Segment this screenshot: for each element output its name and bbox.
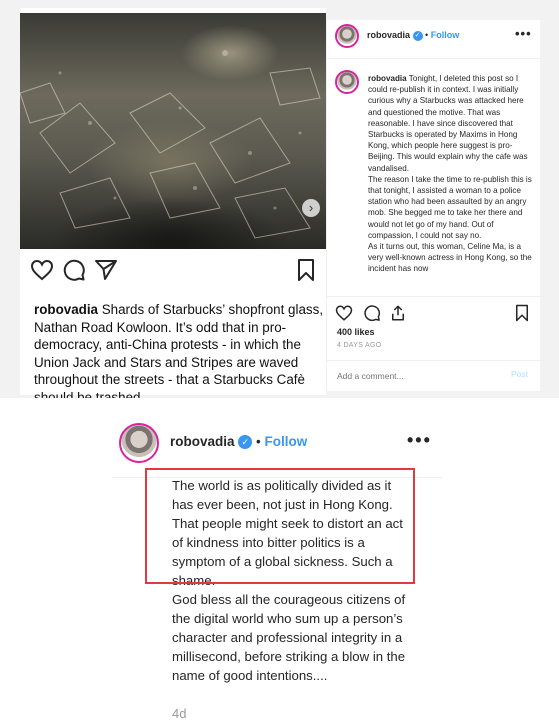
divider (327, 360, 541, 361)
share-upload-icon[interactable] (389, 304, 407, 322)
caption-username[interactable]: robovadia (34, 302, 98, 317)
post-comment-button[interactable]: Post (511, 369, 528, 379)
comment-timestamp: 4d (172, 706, 187, 721)
comment-body: robovadia Tonight, I deleted this post s… (368, 73, 534, 275)
follow-button[interactable]: Follow (431, 30, 460, 40)
likes-count[interactable]: 400 likes (337, 327, 375, 337)
highlight-box (145, 468, 415, 584)
caption-text: Shards of Starbucks’ shopfront glass, Na… (34, 302, 324, 405)
divider (327, 296, 541, 297)
avatar[interactable] (119, 423, 159, 463)
comment-icon[interactable] (62, 258, 86, 282)
comment-username[interactable]: robovadia (368, 74, 407, 83)
comment-avatar[interactable] (335, 70, 359, 94)
paper-plane-icon[interactable] (94, 258, 118, 282)
comments-scroll-area[interactable]: robovadia Tonight, I deleted this post s… (335, 70, 535, 296)
comment-text: Tonight, I deleted this post so I could … (368, 74, 532, 274)
post-photo: › (20, 13, 326, 249)
carousel-next-button[interactable]: › (302, 199, 320, 217)
heart-icon[interactable] (335, 304, 353, 322)
avatar[interactable] (335, 24, 359, 48)
left-post-card: › robovadia Shards of Starbucks’ shopfro… (20, 8, 326, 405)
right-post-panel: robovadia ✓ • Follow ••• robovadia Tonig… (326, 20, 541, 391)
zoomed-comment-section: robovadia ✓ • Follow ••• The world is as… (0, 398, 559, 726)
comment-continuation-text: God bless all the courageous citizens of… (172, 592, 406, 683)
separator-dot: • (425, 30, 429, 40)
header-username[interactable]: robovadia (170, 434, 235, 449)
header-username[interactable]: robovadia (367, 30, 410, 40)
bookmark-icon[interactable] (294, 258, 318, 282)
comment-icon[interactable] (363, 304, 381, 322)
heart-icon[interactable] (30, 258, 54, 282)
bookmark-icon[interactable] (513, 304, 531, 322)
post-caption: robovadia Shards of Starbucks’ shopfront… (34, 301, 324, 407)
divider (327, 58, 541, 59)
post-timestamp: 4 DAYS AGO (337, 342, 382, 349)
separator-dot: • (256, 434, 261, 449)
more-options-icon[interactable]: ••• (515, 26, 532, 41)
add-comment-input[interactable] (337, 369, 487, 383)
top-screenshot-composite: › robovadia Shards of Starbucks’ shopfro… (0, 0, 559, 405)
follow-button[interactable]: Follow (265, 434, 308, 449)
verified-badge-icon: ✓ (238, 435, 253, 450)
post-header: robovadia ✓ • Follow (367, 30, 459, 41)
more-options-icon[interactable]: ••• (407, 430, 432, 451)
glass-shards-graphic (20, 50, 321, 239)
zoomed-header: robovadia ✓ • Follow (170, 434, 308, 450)
verified-badge-icon: ✓ (412, 30, 423, 41)
